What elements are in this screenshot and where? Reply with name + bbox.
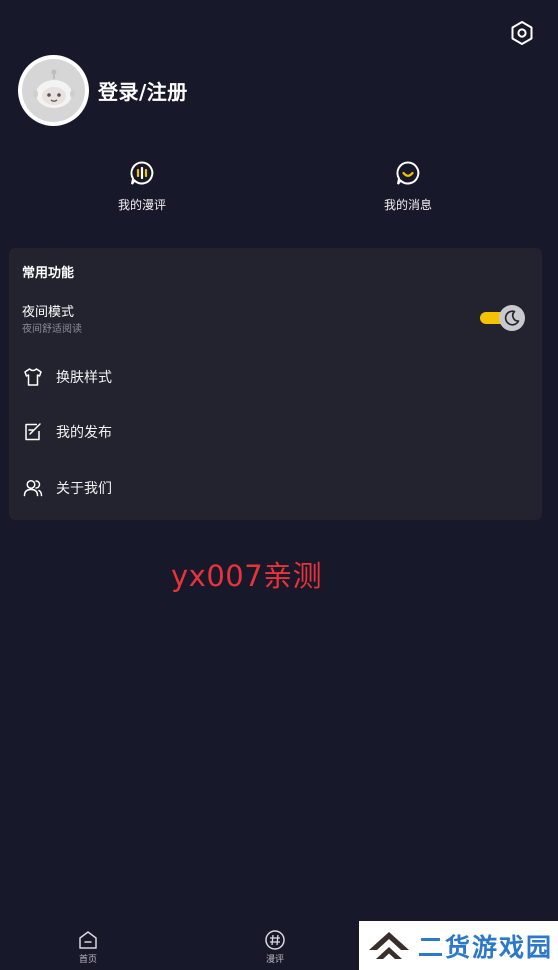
moon-icon (504, 310, 520, 326)
brand-logo-icon (369, 931, 409, 959)
tab-reviews-label: 漫评 (265, 955, 284, 965)
about-us-label: 关于我们 (56, 481, 112, 497)
tab-reviews[interactable]: 漫评 (245, 929, 305, 965)
robot-avatar-icon (22, 59, 85, 122)
shirt-icon (24, 368, 42, 386)
home-icon (79, 931, 97, 949)
skin-style-item[interactable]: 换肤样式 (22, 365, 112, 389)
my-messages-link[interactable]: 我的消息 (348, 160, 468, 213)
hashtag-icon (265, 930, 285, 950)
tab-home[interactable]: 首页 (58, 929, 118, 965)
about-us-item[interactable]: 关于我们 (22, 476, 112, 500)
edit-icon (25, 423, 41, 441)
skin-style-label: 换肤样式 (56, 370, 112, 386)
users-icon (23, 479, 43, 497)
review-bubble-icon (130, 161, 154, 185)
section-title: 常用功能 (22, 266, 75, 281)
avatar[interactable] (18, 55, 89, 126)
brand-text: 二货游戏园 (418, 932, 554, 962)
night-mode-title: 夜间模式 (22, 305, 75, 320)
my-messages-label: 我的消息 (383, 198, 432, 212)
tab-home-label: 首页 (78, 955, 97, 965)
my-posts-item[interactable]: 我的发布 (22, 420, 112, 444)
common-features-card: 常用功能 夜间模式 夜间舒适阅读 换肤样式 我的发布 关于我们 (9, 248, 542, 520)
login-register-link[interactable]: 登录/注册 (98, 76, 188, 105)
my-reviews-link[interactable]: 我的漫评 (82, 160, 202, 213)
message-smile-icon (396, 161, 420, 185)
brand-watermark: 二货游戏园 (359, 921, 558, 970)
my-reviews-label: 我的漫评 (117, 198, 166, 212)
my-posts-label: 我的发布 (56, 425, 112, 441)
settings-gear-icon[interactable] (509, 20, 535, 46)
night-mode-toggle[interactable] (480, 304, 526, 332)
profile-header: 登录/注册 (18, 55, 188, 126)
night-mode-subtitle: 夜间舒适阅读 (22, 324, 82, 335)
toggle-knob (499, 305, 525, 331)
watermark-text: yx007亲测 (171, 559, 323, 593)
